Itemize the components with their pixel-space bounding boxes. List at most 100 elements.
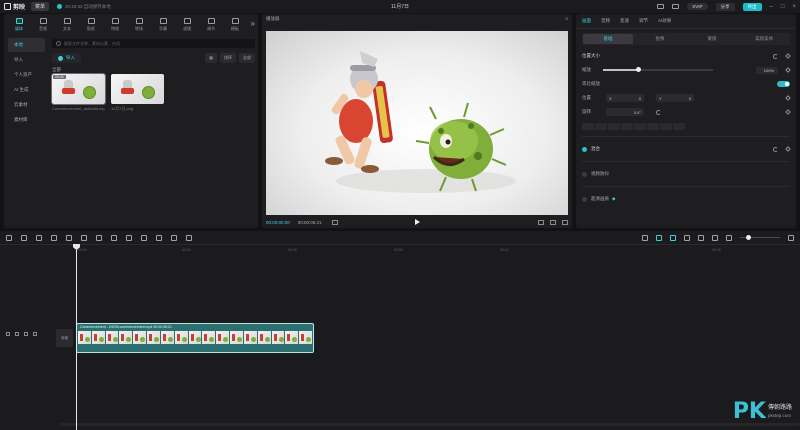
tool-audio[interactable]: 音频 [31, 16, 55, 34]
timeline-view-icon[interactable] [331, 219, 338, 225]
track-lock-icon[interactable] [6, 332, 10, 336]
rotate-reset-icon[interactable] [656, 109, 661, 115]
mirror-icon[interactable] [156, 234, 162, 241]
maximize-icon[interactable]: □ [781, 4, 785, 10]
stabilize-checkbox[interactable] [582, 171, 587, 177]
align-right-icon[interactable] [608, 122, 620, 130]
ratio-icon[interactable] [550, 219, 556, 225]
select-tool-icon[interactable] [6, 234, 12, 241]
zoom-out-icon[interactable] [726, 234, 732, 241]
reset-icon[interactable] [773, 53, 778, 59]
auto-snap-icon[interactable] [670, 234, 676, 241]
align-hcenter-icon[interactable] [595, 122, 607, 130]
flip-h-icon[interactable] [660, 122, 672, 130]
subtab-mask[interactable]: 蒙版 [687, 34, 737, 44]
crop-icon[interactable] [186, 234, 192, 241]
menu-button[interactable]: 菜单 [31, 2, 50, 11]
filter-all-button[interactable]: 全部 [239, 53, 255, 63]
sidebar-item-assets[interactable]: 个人资产 [8, 68, 45, 82]
scale-slider[interactable] [603, 67, 713, 73]
export-button[interactable]: 导出 [742, 2, 762, 11]
crop-icon[interactable] [538, 219, 544, 225]
subtab-beauty[interactable]: 美颜美体 [739, 34, 789, 44]
freeze-icon[interactable] [126, 234, 132, 241]
zoom-fit-icon[interactable] [712, 234, 718, 241]
zoom-slider[interactable] [740, 234, 780, 240]
timeline-scrollbar[interactable] [60, 423, 800, 426]
scale-value[interactable]: 100% [756, 66, 778, 74]
align-left-icon[interactable] [582, 122, 594, 130]
tab-ai-effects[interactable]: AI效果 [658, 18, 671, 24]
align-vcenter-icon[interactable] [634, 122, 646, 130]
main-track-link-icon[interactable] [656, 234, 662, 241]
rotate-field[interactable]: 0.0° [606, 108, 644, 116]
sidebar-item-cloud[interactable]: 云素材 [8, 98, 45, 112]
play-icon[interactable] [415, 219, 420, 225]
track-hide-icon[interactable] [15, 332, 19, 336]
search-input[interactable]: 搜索文件名称、素材元素、台词 [52, 39, 255, 48]
view-toggle-icon[interactable]: ▦ [205, 53, 217, 63]
undo-icon[interactable] [21, 234, 27, 241]
keyframe-icon[interactable] [785, 53, 791, 59]
keyframe-icon[interactable] [785, 95, 791, 101]
tool-captions[interactable]: 字幕 [151, 16, 175, 34]
sidebar-item-ai[interactable]: AI 生成 [8, 83, 45, 97]
tool-effects[interactable]: 特效 [103, 16, 127, 34]
tool-media[interactable]: 媒体 [7, 16, 31, 34]
reverse-icon[interactable] [141, 234, 147, 241]
split-icon[interactable] [51, 234, 57, 241]
fullscreen-icon[interactable] [562, 219, 568, 225]
player-menu-icon[interactable]: ≡ [565, 16, 568, 23]
delete-icon[interactable] [96, 234, 102, 241]
zoom-in-icon[interactable] [788, 234, 794, 241]
shortcut-icon[interactable] [672, 4, 680, 9]
split-left-icon[interactable] [66, 234, 72, 241]
playhead[interactable] [76, 246, 77, 430]
reset-icon[interactable] [773, 146, 778, 152]
time-ruler[interactable]: 00:00 00:03 00:06 00:09 00:12 00:15 [76, 246, 800, 256]
svip-badge[interactable]: SVIP [687, 3, 708, 10]
keyframe-icon[interactable] [785, 109, 791, 115]
tool-templates[interactable]: 模板 [223, 16, 247, 34]
tool-sticker[interactable]: 贴纸 [79, 16, 103, 34]
sort-button[interactable]: 排序 [220, 53, 236, 63]
slider-knob[interactable] [636, 67, 641, 73]
video-preview[interactable] [266, 31, 568, 215]
media-thumb[interactable]: 00:06 Commencement_autoadd.mp4 [51, 73, 106, 112]
keyframe-icon[interactable] [785, 146, 791, 152]
import-button[interactable]: 导入 [52, 53, 81, 63]
share-button[interactable]: 分享 [715, 2, 735, 11]
shield-icon[interactable] [111, 234, 117, 241]
expand-icon[interactable]: » [251, 16, 255, 34]
tool-transition[interactable]: 转场 [127, 16, 151, 34]
video-clip[interactable]: Commencement - 24039-commencement.mp4 00… [76, 323, 314, 353]
layout-icon[interactable] [657, 4, 665, 9]
uniform-toggle[interactable] [777, 81, 790, 87]
flip-v-icon[interactable] [673, 122, 685, 130]
minimize-icon[interactable]: – [770, 4, 773, 10]
media-thumb[interactable]: 11月7日.png [111, 74, 164, 112]
track-more-icon[interactable] [33, 332, 37, 336]
sidebar-item-local[interactable]: 本地 [8, 38, 45, 52]
rotate-icon[interactable] [171, 234, 177, 241]
track-mute-icon[interactable] [24, 332, 28, 336]
x-field[interactable]: X 0 [606, 94, 644, 102]
tab-speed[interactable]: 变速 [620, 18, 629, 24]
tab-adjust[interactable]: 调节 [639, 18, 648, 24]
subtab-cutout[interactable]: 抠像 [635, 34, 685, 44]
tool-filters[interactable]: 滤镜 [175, 16, 199, 34]
y-field[interactable]: Y 0 [656, 94, 694, 102]
preview-axis-icon[interactable] [698, 234, 704, 241]
subtab-basic[interactable]: 基础 [583, 34, 633, 44]
sidebar-item-library[interactable]: 素材库 [8, 113, 45, 127]
tab-audio[interactable]: 音频 [601, 18, 610, 24]
close-icon[interactable]: × [792, 4, 796, 10]
align-top-icon[interactable] [621, 122, 633, 130]
tool-adjust[interactable]: 调节 [199, 16, 223, 34]
sidebar-item-import[interactable]: 导入 [8, 53, 45, 67]
blend-checkbox[interactable] [582, 146, 587, 152]
link-icon[interactable] [684, 234, 690, 241]
hd-checkbox[interactable] [582, 196, 587, 202]
split-right-icon[interactable] [81, 234, 87, 241]
tab-video[interactable]: 画面 [582, 18, 591, 24]
